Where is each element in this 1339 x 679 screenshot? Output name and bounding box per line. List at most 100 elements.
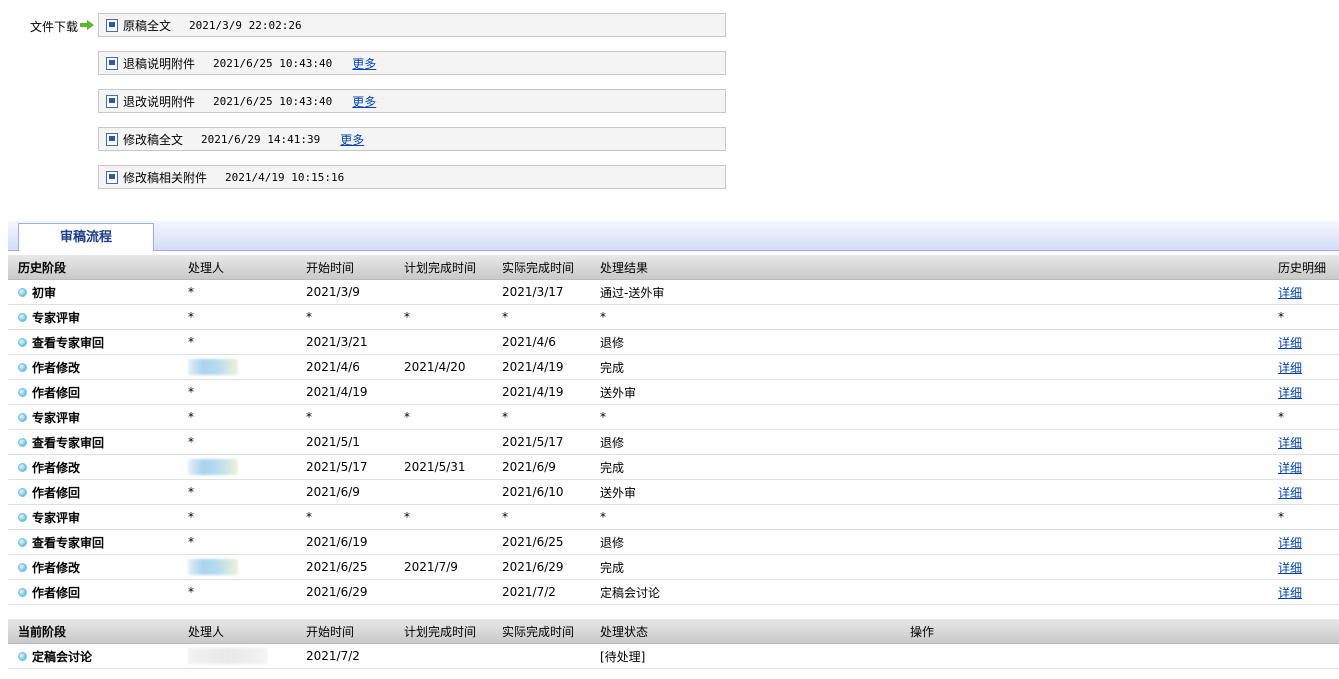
- file-download-item[interactable]: 修改稿全文 2021/6/29 14:41:39 更多: [98, 127, 726, 151]
- detail-cell: 详细: [1268, 554, 1339, 580]
- file-name-link[interactable]: 退稿说明附件: [123, 55, 195, 72]
- handler-cell: *: [178, 279, 296, 305]
- table-row: 专家评审 * * * * * *: [8, 304, 1339, 330]
- start-cell: *: [296, 404, 394, 430]
- stage-cell: 专家评审: [8, 504, 178, 530]
- stage-cell: 查看专家审回: [8, 429, 178, 455]
- detail-link[interactable]: 详细: [1278, 286, 1302, 300]
- word-document-icon: [106, 94, 118, 108]
- handler-value: *: [188, 335, 194, 349]
- stage-cell: 定稿会讨论: [8, 643, 178, 669]
- arrow-right-icon: [80, 20, 94, 30]
- detail-link[interactable]: 详细: [1278, 536, 1302, 550]
- actual-cell: *: [492, 304, 590, 330]
- current-column-header: 操作: [900, 619, 1339, 644]
- plan-cell: [394, 579, 492, 605]
- handler-cell: [178, 554, 296, 580]
- detail-cell: 详细: [1268, 279, 1339, 305]
- plan-cell: *: [394, 404, 492, 430]
- stage-cell: 作者修回: [8, 479, 178, 505]
- actual-cell: 2021/6/29: [492, 554, 590, 580]
- bullet-dot-icon: [18, 387, 27, 397]
- file-timestamp: 2021/4/19 10:15:16: [225, 170, 345, 184]
- detail-link[interactable]: 详细: [1278, 336, 1302, 350]
- result-cell: 退修: [590, 329, 1268, 355]
- tab-bar: 审稿流程: [8, 221, 1339, 251]
- table-row: 定稿会讨论 2021/7/2 [待处理]: [8, 643, 1339, 669]
- plan-cell: [394, 429, 492, 455]
- bullet-dot-icon: [18, 587, 27, 597]
- actual-cell: 2021/4/19: [492, 354, 590, 380]
- redacted-handler: [188, 559, 238, 575]
- more-link[interactable]: 更多: [352, 93, 376, 110]
- actual-cell: 2021/6/10: [492, 479, 590, 505]
- current-table: 当前阶段 处理人 开始时间 计划完成时间 实际完成时间 处理状态 操作 定稿会讨论 2021/…: [8, 619, 1339, 669]
- plan-cell: [394, 643, 492, 669]
- handler-cell: *: [178, 329, 296, 355]
- stage-name: 作者修回: [32, 385, 81, 400]
- start-cell: *: [296, 304, 394, 330]
- result-cell: *: [590, 404, 1268, 430]
- handler-value: *: [188, 285, 194, 299]
- detail-value: *: [1278, 310, 1284, 324]
- redacted-handler: [188, 648, 268, 664]
- file-download-item[interactable]: 修改稿相关附件 2021/4/19 10:15:16: [98, 165, 726, 189]
- plan-cell: [394, 279, 492, 305]
- table-row: 作者修改 2021/6/25 2021/7/9 2021/6/29 完成 详细: [8, 554, 1339, 580]
- start-cell: 2021/6/9: [296, 479, 394, 505]
- plan-cell: 2021/4/20: [394, 354, 492, 380]
- detail-link[interactable]: 详细: [1278, 586, 1302, 600]
- handler-cell: [178, 643, 296, 669]
- result-cell: 完成: [590, 454, 1268, 480]
- stage-cell: 作者修改: [8, 554, 178, 580]
- file-download-item[interactable]: 原稿全文 2021/3/9 22:02:26: [98, 13, 726, 37]
- table-row: 作者修回 * 2021/4/19 2021/4/19 送外审 详细: [8, 379, 1339, 405]
- detail-link[interactable]: 详细: [1278, 461, 1302, 475]
- file-name-link[interactable]: 修改稿全文: [123, 131, 183, 148]
- history-column-header: 处理人: [178, 255, 296, 280]
- result-cell: 送外审: [590, 479, 1268, 505]
- stage-name: 专家评审: [32, 510, 81, 525]
- history-table: 历史阶段 处理人 开始时间 计划完成时间 实际完成时间 处理结果 历史明细 初审 * 2021/…: [8, 255, 1339, 620]
- detail-link[interactable]: 详细: [1278, 436, 1302, 450]
- bullet-dot-icon: [18, 287, 27, 297]
- file-download-item[interactable]: 退稿说明附件 2021/6/25 10:43:40 更多: [98, 51, 726, 75]
- table-row: 查看专家审回 * 2021/5/1 2021/5/17 退修 详细: [8, 429, 1339, 455]
- current-column-header: 当前阶段: [8, 619, 178, 644]
- more-link[interactable]: 更多: [340, 131, 364, 148]
- tab-review-process[interactable]: 审稿流程: [18, 223, 154, 251]
- current-column-header: 处理状态: [590, 619, 900, 644]
- detail-link[interactable]: 详细: [1278, 361, 1302, 375]
- detail-link[interactable]: 详细: [1278, 486, 1302, 500]
- handler-cell: *: [178, 404, 296, 430]
- stage-cell: 作者修改: [8, 354, 178, 380]
- file-timestamp: 2021/3/9 22:02:26: [189, 18, 302, 32]
- detail-link[interactable]: 详细: [1278, 561, 1302, 575]
- handler-cell: *: [178, 504, 296, 530]
- file-download-item[interactable]: 退改说明附件 2021/6/25 10:43:40 更多: [98, 89, 726, 113]
- table-row: 专家评审 * * * * * *: [8, 504, 1339, 530]
- start-cell: 2021/6/19: [296, 529, 394, 555]
- spacer-row: [8, 605, 1339, 621]
- handler-value: *: [188, 435, 194, 449]
- plan-cell: [394, 479, 492, 505]
- file-name-link[interactable]: 退改说明附件: [123, 93, 195, 110]
- start-cell: 2021/4/19: [296, 379, 394, 405]
- more-link[interactable]: 更多: [352, 55, 376, 72]
- stage-name: 查看专家审回: [32, 335, 105, 350]
- bullet-dot-icon: [18, 462, 27, 472]
- table-row: 查看专家审回 * 2021/3/21 2021/4/6 退修 详细: [8, 329, 1339, 355]
- detail-link[interactable]: 详细: [1278, 386, 1302, 400]
- table-row: 作者修回 * 2021/6/9 2021/6/10 送外审 详细: [8, 479, 1339, 505]
- detail-cell: 详细: [1268, 579, 1339, 605]
- start-cell: 2021/6/29: [296, 579, 394, 605]
- file-name-link[interactable]: 原稿全文: [123, 17, 171, 34]
- bullet-dot-icon: [18, 312, 27, 322]
- result-cell: *: [590, 304, 1268, 330]
- actual-cell: 2021/4/19: [492, 379, 590, 405]
- file-name-link[interactable]: 修改稿相关附件: [123, 169, 207, 186]
- handler-cell: [178, 454, 296, 480]
- actual-cell: *: [492, 504, 590, 530]
- start-cell: 2021/4/6: [296, 354, 394, 380]
- history-column-header: 开始时间: [296, 255, 394, 280]
